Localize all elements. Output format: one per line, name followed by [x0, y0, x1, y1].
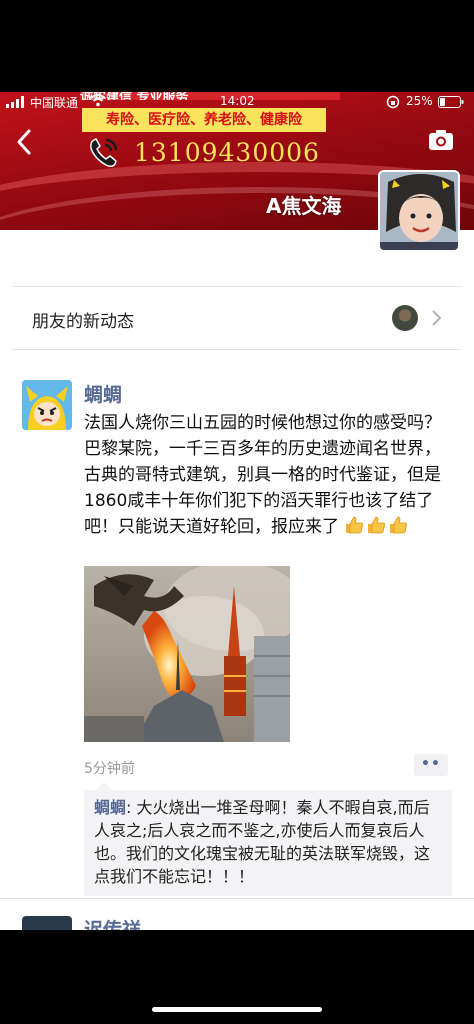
post-text: 法国人烧你三山五园的时候他想过你的感受吗？巴黎某院，一千三百多年的历史遗迹闻名世… — [84, 410, 456, 540]
post-photo-cathedral-fire[interactable] — [84, 566, 290, 742]
phone-icon — [90, 138, 118, 168]
cover-phone-number: 13109430006 — [134, 138, 320, 167]
carrier-name: 中国联通 — [30, 96, 79, 110]
next-post-avatar[interactable] — [22, 916, 72, 930]
post-divider — [0, 898, 474, 899]
post-actions-button[interactable]: •• — [414, 754, 448, 776]
post-author-name[interactable]: 蜩蜩 — [84, 380, 122, 407]
friend-updates-label: 朋友的新动态 — [32, 312, 134, 332]
child-photo-icon — [380, 172, 458, 250]
battery-icon — [438, 96, 464, 108]
thumbs-up-icon — [346, 516, 364, 534]
chevron-right-icon — [432, 310, 442, 326]
home-indicator[interactable] — [152, 1007, 322, 1012]
status-time: 14:02 — [220, 94, 255, 108]
post-timestamp: 5分钟前 — [84, 761, 135, 777]
screen: 诚实建信 专业服务 寿险、医疗险、养老险、健康险 13109430006 A焦文… — [0, 0, 474, 1024]
profile-avatar[interactable] — [378, 170, 460, 252]
signal-icon — [6, 96, 24, 108]
comments-box: 蜩蜩: 大火烧出一堆圣母啊！秦人不暇自哀,而后人哀之;后人哀之而不鉴之,亦使后人… — [84, 782, 452, 896]
moments-feed[interactable]: 朋友的新动态 蜩蜩 法国人烧你三山五园的时候他想过你的感受吗？巴黎某院，一千三百… — [0, 230, 474, 930]
next-post-author-name[interactable]: 迟传祥 — [84, 915, 141, 930]
battery-percent: 25% — [406, 94, 433, 108]
back-chevron-icon[interactable] — [14, 128, 34, 156]
friend-updates-row[interactable]: 朋友的新动态 — [12, 286, 462, 350]
rotation-lock-icon — [386, 95, 400, 109]
comment-separator: : — [126, 798, 137, 817]
status-bar: 中国联通 14:02 25% — [0, 92, 474, 112]
comment-body: 大火烧出一堆圣母啊！秦人不暇自哀,而后人哀之;后人哀之而不鉴之,亦使后人而复哀后… — [94, 798, 431, 886]
cathedral-fire-image — [84, 566, 290, 742]
thumbs-up-icon — [390, 516, 408, 534]
camera-icon[interactable] — [428, 128, 454, 152]
thumbs-up-icon — [368, 516, 386, 534]
comment-author[interactable]: 蜩蜩 — [94, 798, 126, 817]
comment-item[interactable]: 蜩蜩: 大火烧出一堆圣母啊！秦人不暇自哀,而后人哀之;后人哀之而不鉴之,亦使后人… — [94, 796, 444, 888]
profile-name[interactable]: A焦文海 — [266, 190, 341, 219]
cartoon-avatar-icon — [22, 380, 72, 430]
post-author-avatar[interactable] — [22, 380, 72, 430]
friend-avatar-thumbnail — [392, 305, 418, 331]
wifi-icon — [90, 94, 106, 107]
